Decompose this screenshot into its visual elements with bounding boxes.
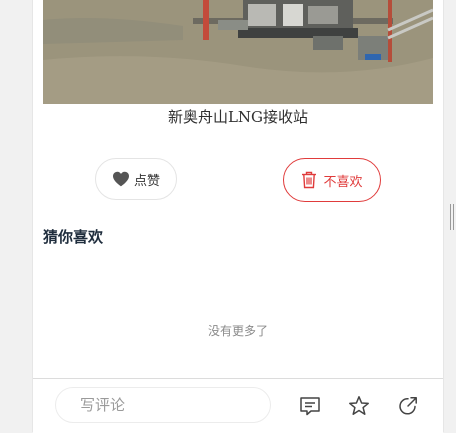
trash-icon	[302, 171, 317, 189]
image-caption: 新奥舟山LNG接收站	[167, 108, 309, 126]
heart-icon	[112, 171, 129, 187]
like-label: 点赞	[133, 173, 160, 189]
dislike-label: 不喜欢	[323, 174, 363, 190]
article-image	[43, 0, 433, 104]
dislike-button[interactable]: 不喜欢	[283, 158, 381, 202]
bottom-toolbar: 写评论	[33, 378, 443, 433]
scrollbar-handle[interactable]	[450, 204, 454, 230]
star-icon[interactable]	[348, 395, 370, 417]
article-panel: 新奥舟山LNG接收站 点赞 不喜欢 猜你喜欢 没有更多了 写评论	[32, 0, 444, 433]
comment-icon[interactable]	[299, 395, 321, 417]
recommend-title: 猜你喜欢	[43, 228, 104, 246]
share-icon[interactable]	[397, 395, 419, 417]
comment-input[interactable]: 写评论	[55, 387, 271, 423]
like-button[interactable]: 点赞	[95, 158, 177, 200]
no-more-text: 没有更多了	[207, 324, 268, 338]
